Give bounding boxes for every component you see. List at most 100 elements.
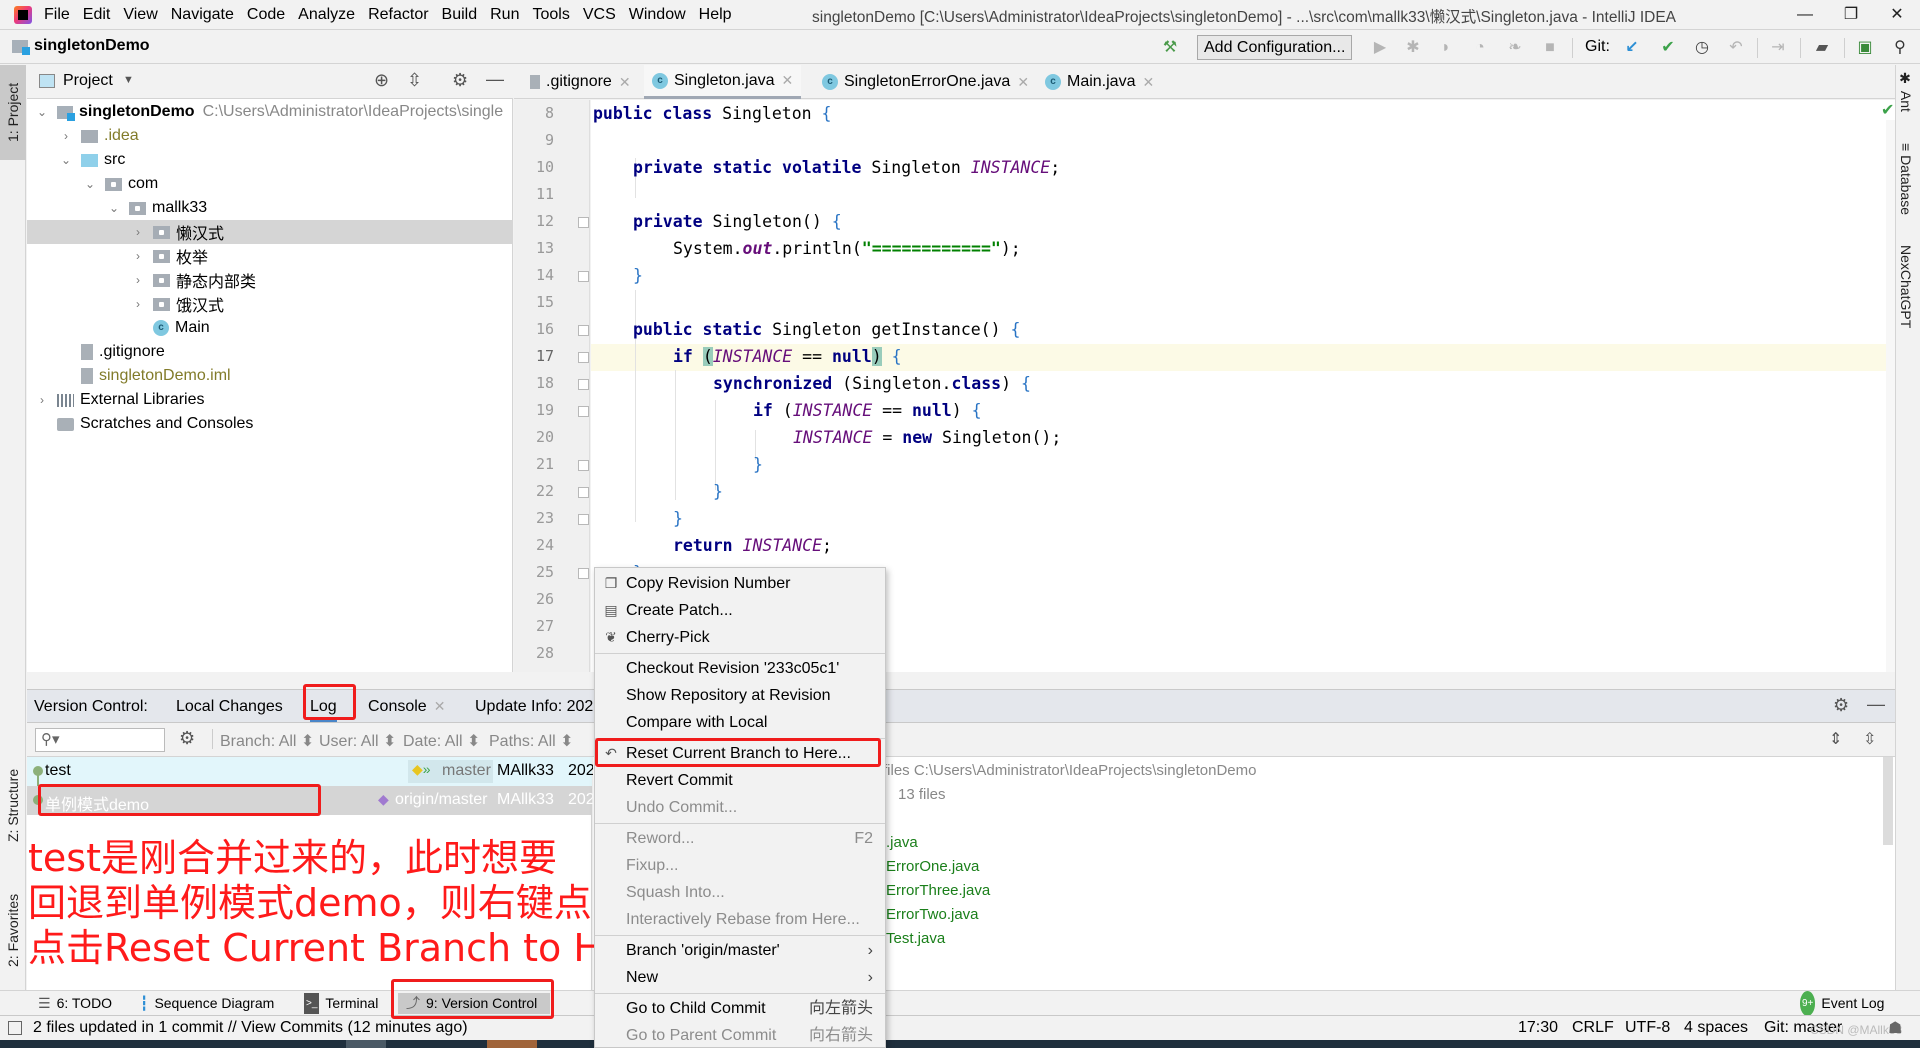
close-tab-icon[interactable]: ✕ <box>1017 74 1029 91</box>
tree-item[interactable]: › 静态内部类 <box>27 268 513 292</box>
user-filter[interactable]: User: All ⬍ <box>319 731 396 751</box>
menu-code[interactable]: Code <box>247 6 285 24</box>
menu-checkout-revision[interactable]: Checkout Revision '233c05c1' <box>595 655 885 682</box>
menu-window[interactable]: Window <box>629 6 686 24</box>
tree-item[interactable]: › 懒汉式 <box>27 220 513 244</box>
menu-fixup[interactable]: Fixup... <box>595 852 885 879</box>
fold-toggle-icon[interactable] <box>578 487 589 498</box>
menu-view[interactable]: View <box>123 6 157 24</box>
commit-row[interactable]: test ◆» master MAllk33 202 <box>27 757 595 786</box>
event-log-button[interactable]: 9+ Event Log <box>1800 991 1884 1016</box>
run-anything-icon[interactable]: ▣ <box>1855 38 1875 58</box>
vc-tab-console[interactable]: Console ✕ <box>368 690 445 723</box>
menu-go-to-parent-commit[interactable]: Go to Parent Commit 向右箭头 <box>595 1022 885 1048</box>
menu-compare-with-local[interactable]: Compare with Local <box>595 709 885 736</box>
taskbar-item[interactable] <box>346 1040 386 1048</box>
fold-toggle-icon[interactable] <box>578 568 589 579</box>
debug-icon[interactable]: ✱ <box>1403 38 1423 58</box>
chevron-down-icon[interactable]: ⌄ <box>59 153 73 167</box>
tool-window-sequence-diagram[interactable]: ┇ Sequence Diagram <box>140 993 274 1014</box>
collapse-all-icon[interactable]: ⇳ <box>407 70 422 91</box>
breadcrumb-project[interactable]: singletonDemo <box>12 37 150 55</box>
menu-refactor[interactable]: Refactor <box>368 6 428 24</box>
git-commit-icon[interactable]: ✔ <box>1658 38 1678 58</box>
paths-filter[interactable]: Paths: All ⬍ <box>489 731 574 751</box>
tree-item[interactable]: › External Libraries <box>27 388 513 412</box>
menu-new[interactable]: New › <box>595 964 885 991</box>
minimize-button[interactable]: — <box>1782 0 1828 30</box>
attach-icon[interactable]: ❧ <box>1505 38 1525 58</box>
menu-vcs[interactable]: VCS <box>583 6 616 24</box>
changed-file[interactable]: Test.java <box>886 930 945 947</box>
coverage-icon[interactable]: ◗ <box>1436 38 1456 58</box>
changed-file[interactable]: .java <box>886 834 918 851</box>
fold-toggle-icon[interactable] <box>578 271 589 282</box>
branch-filter[interactable]: Branch: All ⬍ <box>220 731 314 751</box>
editor-tab-singleton-error-one[interactable]: c SingletonErrorOne.java ✕ <box>814 65 1037 99</box>
hide-panel-icon[interactable]: — <box>1867 694 1885 715</box>
menu-squash-into[interactable]: Squash Into... <box>595 879 885 906</box>
database-tool-window[interactable]: ≡ Database <box>1898 143 1914 215</box>
fold-toggle-icon[interactable] <box>578 514 589 525</box>
menu-help[interactable]: Help <box>699 6 732 24</box>
restore-button[interactable]: ❐ <box>1828 0 1874 30</box>
add-configuration-button[interactable]: Add Configuration... <box>1197 35 1353 60</box>
menu-file[interactable]: File <box>44 6 70 24</box>
tree-item[interactable]: Scratches and Consoles <box>27 412 513 436</box>
close-tab-icon[interactable]: ✕ <box>434 698 446 714</box>
status-message[interactable]: 2 files updated in 1 commit // View Comm… <box>33 1019 468 1037</box>
tree-item[interactable]: › 饿汉式 <box>27 292 513 316</box>
menu-create-patch[interactable]: ▤ Create Patch... <box>595 597 885 624</box>
tree-item[interactable]: singletonDemo.iml <box>27 364 513 388</box>
indent-setting[interactable]: 4 spaces <box>1684 1019 1748 1037</box>
project-view-selector[interactable]: Project <box>63 72 113 90</box>
menu-build[interactable]: Build <box>442 6 478 24</box>
chevron-down-icon[interactable]: ⌄ <box>35 105 49 119</box>
fold-toggle-icon[interactable] <box>578 217 589 228</box>
tree-item[interactable]: › 枚举 <box>27 244 513 268</box>
vc-tab-local-changes[interactable]: Local Changes <box>176 690 283 723</box>
locate-file-icon[interactable]: ⊕ <box>374 70 389 91</box>
collapse-all-icon[interactable]: ⇳ <box>1863 729 1876 749</box>
chevron-right-icon[interactable]: › <box>59 129 73 143</box>
fold-toggle-icon[interactable] <box>578 325 589 336</box>
menu-analyze[interactable]: Analyze <box>298 6 355 24</box>
changed-file[interactable]: ErrorTwo.java <box>886 906 979 923</box>
tree-item[interactable]: ⌄ mallk33 <box>27 196 513 220</box>
ant-tool-window[interactable]: ✱ Ant <box>1898 71 1914 112</box>
fold-toggle-icon[interactable] <box>578 406 589 417</box>
status-toggle-icon[interactable] <box>8 1021 22 1035</box>
hide-panel-icon[interactable]: — <box>486 69 504 90</box>
date-filter[interactable]: Date: All ⬍ <box>403 731 480 751</box>
menu-edit[interactable]: Edit <box>83 6 111 24</box>
tree-item[interactable]: .gitignore <box>27 340 513 364</box>
fold-toggle-icon[interactable] <box>578 460 589 471</box>
chevron-right-icon[interactable]: › <box>131 249 145 263</box>
tool-window-terminal[interactable]: >_ Terminal <box>304 993 378 1014</box>
changed-file[interactable]: ErrorThree.java <box>886 882 990 899</box>
fold-toggle-icon[interactable] <box>578 352 589 363</box>
project-structure-icon[interactable]: ▰ <box>1812 38 1832 58</box>
taskbar-item[interactable] <box>487 1040 537 1048</box>
tool-window-favorites[interactable]: 2: Favorites <box>0 875 26 985</box>
details-scrollbar[interactable] <box>1883 757 1893 845</box>
chevron-right-icon[interactable]: › <box>35 393 49 407</box>
caret-position[interactable]: 17:30 <box>1518 1019 1558 1037</box>
close-window-button[interactable]: ✕ <box>1874 0 1920 30</box>
run-icon[interactable]: ▶ <box>1370 38 1390 58</box>
tool-window-structure[interactable]: Z: Structure <box>0 755 26 855</box>
menu-reword[interactable]: Reword... F2 <box>595 825 885 852</box>
git-history-icon[interactable]: ◷ <box>1692 38 1712 58</box>
menu-show-repository[interactable]: Show Repository at Revision <box>595 682 885 709</box>
chevron-right-icon[interactable]: › <box>131 225 145 239</box>
nexchatgpt-tool-window[interactable]: NexChatGPT <box>1898 245 1914 328</box>
menu-tools[interactable]: Tools <box>532 6 569 24</box>
menu-interactive-rebase[interactable]: Interactively Rebase from Here... <box>595 906 885 933</box>
tool-window-todo[interactable]: ☰ 6: TODO <box>38 993 112 1014</box>
tree-item[interactable]: ⌄ com <box>27 172 513 196</box>
tree-item[interactable]: c Main <box>27 316 513 340</box>
gear-icon[interactable]: ⚙ <box>1833 695 1849 716</box>
menu-copy-revision-number[interactable]: ❐ Copy Revision Number <box>595 570 885 597</box>
chevron-down-icon[interactable]: ⌄ <box>83 177 97 191</box>
tree-item[interactable]: ⌄ src <box>27 148 513 172</box>
